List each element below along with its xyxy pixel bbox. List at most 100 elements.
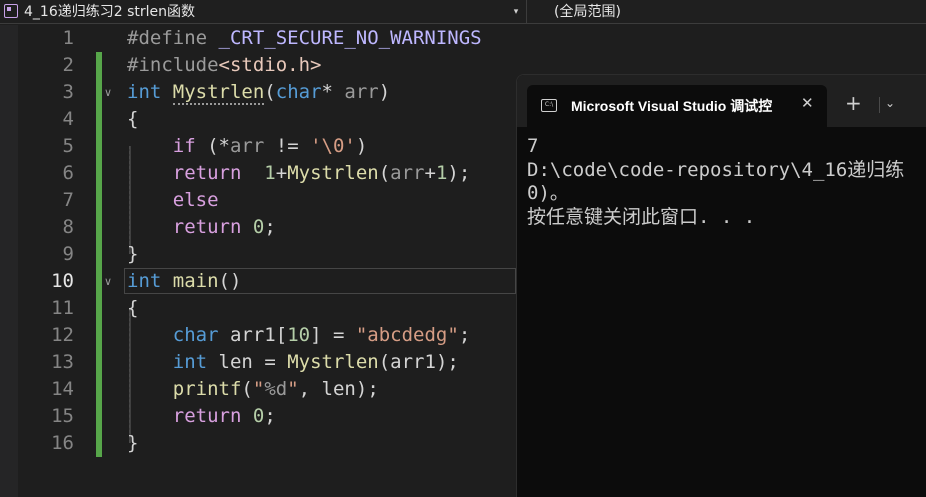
- scope-dropdown[interactable]: (全局范围): [540, 0, 621, 24]
- number-literal: 10: [287, 324, 311, 346]
- paren: );: [435, 351, 459, 373]
- code-text: return 0;: [127, 214, 276, 241]
- line-number: 2: [62, 54, 74, 76]
- paren: (): [218, 270, 242, 292]
- variable-name: arr1: [229, 324, 276, 346]
- change-indicator: [96, 241, 102, 268]
- control-keyword: if: [172, 135, 196, 157]
- change-indicator: [96, 349, 102, 376]
- pointer-star: *: [321, 81, 345, 103]
- type-keyword: char: [275, 81, 322, 103]
- fold-chevron-icon[interactable]: ∨: [104, 268, 112, 295]
- semicolon: ;: [264, 216, 276, 238]
- code-text: int main(): [127, 268, 241, 295]
- operator: +: [275, 162, 288, 184]
- variable-name: len: [321, 378, 356, 400]
- function-call: Mystrlen: [287, 351, 379, 373]
- code-text: else: [127, 187, 219, 214]
- control-keyword: return: [172, 216, 242, 238]
- paren: (: [378, 162, 391, 184]
- string-literal: ": [252, 378, 265, 400]
- project-chevron-down-icon[interactable]: ▾: [508, 0, 524, 24]
- line-number: 16: [51, 432, 74, 454]
- code-text: {: [127, 108, 139, 130]
- paren: );: [447, 162, 471, 184]
- paren: ): [378, 81, 391, 103]
- output-line: 按任意键关闭此窗口. . .: [527, 205, 756, 228]
- new-tab-button[interactable]: +: [845, 93, 862, 113]
- string-literal: ": [287, 378, 299, 400]
- control-keyword: return: [172, 405, 242, 427]
- code-text: #include<stdio.h>: [127, 52, 321, 79]
- paren: (: [378, 351, 391, 373]
- function-name: Mystrlen: [172, 81, 265, 105]
- output-line: D:\code\code-repository\4_16递归练: [527, 158, 905, 181]
- project-icon: [4, 4, 18, 18]
- variable-name: len: [218, 351, 253, 373]
- code-text: char arr1[10] = "abcdedg";: [127, 322, 471, 349]
- line-number: 10: [51, 270, 74, 292]
- close-icon[interactable]: ✕: [801, 94, 814, 112]
- scope-label: (全局范围): [554, 4, 621, 20]
- debug-console-window[interactable]: C:\ Microsoft Visual Studio 调试控 ✕ + ⌄ 7D…: [516, 74, 926, 497]
- include-header: <stdio.h>: [218, 54, 322, 76]
- string-literal: "abcdedg": [355, 324, 459, 346]
- line-number: 13: [51, 351, 74, 373]
- operator: =: [252, 351, 288, 373]
- type-keyword: int: [172, 351, 208, 373]
- navigation-bar: 4_16递归练习2 strlen函数 ▾ (全局范围): [0, 0, 926, 24]
- format-specifier: %d: [264, 378, 288, 400]
- code-text: int Mystrlen(char* arr): [127, 79, 390, 106]
- chevron-down-icon[interactable]: ⌄: [885, 96, 895, 110]
- console-tab[interactable]: C:\ Microsoft Visual Studio 调试控 ✕: [527, 85, 827, 127]
- code-text: {: [127, 297, 139, 319]
- control-keyword: return: [172, 162, 242, 184]
- project-dropdown[interactable]: 4_16递归练习2 strlen函数 ▾: [0, 0, 527, 24]
- change-indicator: [96, 106, 102, 133]
- function-call: printf: [172, 378, 242, 400]
- number-literal: 0: [252, 405, 265, 427]
- line-number: 4: [62, 108, 74, 130]
- console-tab-bar: C:\ Microsoft Visual Studio 调试控 ✕ + ⌄: [517, 75, 926, 127]
- parameter-name: arr: [390, 162, 425, 184]
- line-number: 8: [62, 216, 74, 238]
- number-literal: 1: [264, 162, 276, 184]
- line-number: 6: [62, 162, 74, 184]
- paren: ): [355, 135, 368, 157]
- change-indicator: [96, 79, 102, 106]
- output-line: 0)。: [527, 182, 569, 204]
- code-text: return 0;: [127, 403, 276, 430]
- operator: +: [424, 162, 436, 184]
- line-number: 9: [62, 243, 74, 265]
- macro-name: _CRT_SECURE_NO_WARNINGS: [218, 27, 482, 49]
- code-text: }: [127, 243, 139, 265]
- parameter-name: arr: [229, 135, 265, 157]
- operator: ] =: [310, 324, 356, 346]
- line-number: 5: [62, 135, 74, 157]
- change-indicator: [96, 133, 102, 160]
- console-output: 7 D:\code\code-repository\4_16递归练 0)。 按任意键关…: [527, 135, 904, 229]
- change-indicator: [96, 376, 102, 403]
- terminal-icon: C:\: [541, 99, 557, 112]
- semicolon: ;: [458, 324, 471, 346]
- parameter-name: arr: [344, 81, 379, 103]
- console-tab-title: Microsoft Visual Studio 调试控: [571, 98, 773, 114]
- change-indicator: [96, 403, 102, 430]
- semicolon: ;: [264, 405, 276, 427]
- line-number: 1: [62, 27, 74, 49]
- preprocessor-directive: #include: [127, 54, 219, 76]
- line-number: 14: [51, 378, 74, 400]
- control-keyword: else: [172, 189, 219, 211]
- change-indicator: [96, 187, 102, 214]
- fold-chevron-icon[interactable]: ∨: [104, 79, 112, 106]
- code-text: #define _CRT_SECURE_NO_WARNINGS: [127, 25, 482, 52]
- operator: !=: [264, 135, 311, 157]
- line-number: 15: [51, 405, 74, 427]
- change-indicator: [96, 295, 102, 322]
- line-number: 7: [62, 189, 74, 211]
- bracket: [: [275, 324, 288, 346]
- code-line-1[interactable]: 1 #define _CRT_SECURE_NO_WARNINGS: [0, 25, 926, 52]
- change-indicator: [96, 430, 102, 457]
